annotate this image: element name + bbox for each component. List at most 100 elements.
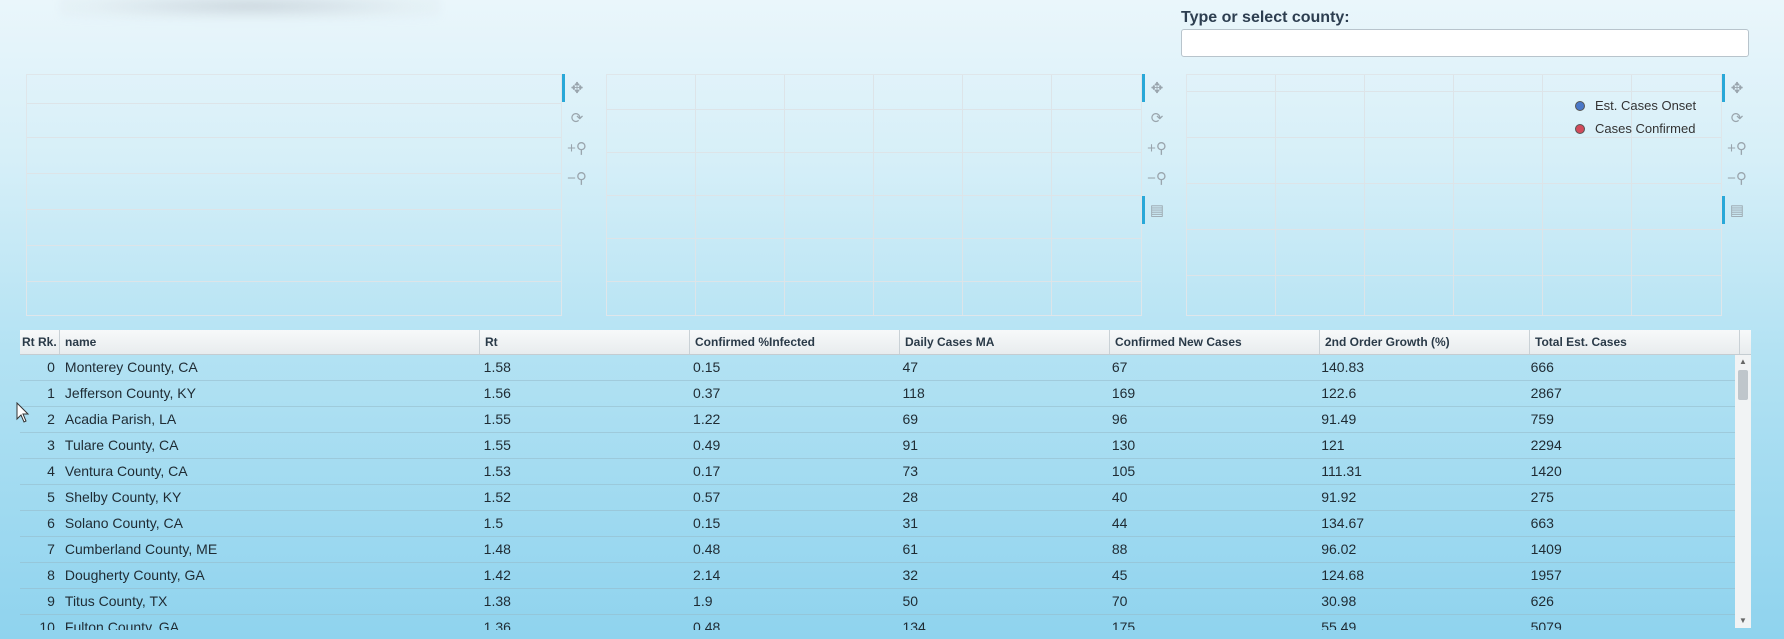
grid-line [607,109,1141,110]
table-row[interactable]: 10 Fulton County, GA 1.36 0.48 134 175 55.49 50… [20,615,1735,630]
table-cell: 61 [902,541,919,557]
column-header[interactable]: Daily Cases MA [900,330,1110,354]
table-cell: 67 [1111,359,1128,375]
column-header[interactable]: Confirmed %Infected [690,330,900,354]
plot-area-rt[interactable] [26,74,562,316]
table-row[interactable]: 0 Monterey County, CA 1.58 0.15 47 67 140.83 66… [20,355,1735,381]
table-row[interactable]: 1 Jefferson County, KY 1.56 0.37 118 169 122.6… [20,381,1735,407]
table-cell: 88 [1111,541,1128,557]
table-row[interactable]: 2 Acadia Parish, LA 1.55 1.22 69 96 91.49 759 [20,407,1735,433]
table-cell: 30.98 [1321,593,1357,609]
table-cell: 8 [47,567,55,583]
table-cell: 0.37 [693,385,721,401]
grid-line [1187,229,1721,230]
table-cell: 1.52 [483,489,511,505]
column-header[interactable]: Rt Rk. [20,330,60,354]
table-cell: 96 [1111,411,1128,427]
table-row[interactable]: 6 Solano County, CA 1.5 0.15 31 44 134.67 663 [20,511,1735,537]
legend-item-onset[interactable]: Est. Cases Onset [1575,94,1696,117]
zoom-in-tool-icon[interactable]: +⚲ [1722,134,1752,162]
table-cell: 275 [1530,489,1554,505]
zoom-out-tool-icon[interactable]: −⚲ [1142,164,1172,192]
plot-legend: Est. Cases Onset Cases Confirmed [1575,94,1696,140]
table-cell: 0 [47,359,55,375]
grid-line [607,152,1141,153]
table-cell: 1.38 [483,593,511,609]
reset-tool-icon[interactable]: ⟳ [562,104,592,132]
table-cell: 663 [1530,515,1554,531]
table-cell: 118 [902,385,925,401]
table-cell: 6 [47,515,55,531]
mouse-cursor-icon [16,402,30,423]
grid-line [962,75,963,315]
table-row[interactable]: 7 Cumberland County, ME 1.48 0.48 61 88 96.02 1… [20,537,1735,563]
table-cell: 130 [1111,437,1136,453]
grid-line [1187,91,1721,92]
table-row[interactable]: 8 Dougherty County, GA 1.42 2.14 32 45 124.68 1… [20,563,1735,589]
reset-tool-icon[interactable]: ⟳ [1722,104,1752,132]
table-cell: 44 [1111,515,1128,531]
zoom-out-tool-icon[interactable]: −⚲ [562,164,592,192]
scroll-up-arrow-icon[interactable]: ▲ [1735,355,1751,369]
grid-line [1275,75,1276,315]
table-cell: 47 [902,359,919,375]
hover-tool-icon[interactable]: ▤ [1722,196,1752,224]
column-header[interactable]: 2nd Order Growth (%) [1320,330,1530,354]
column-header[interactable]: Confirmed New Cases [1110,330,1320,354]
table-cell: 70 [1111,593,1128,609]
table-row[interactable]: 9 Titus County, TX 1.38 1.9 50 70 30.98 626 [20,589,1735,615]
table-cell: 5079 [1530,619,1562,630]
scroll-thumb[interactable] [1738,370,1748,400]
pan-tool-icon[interactable]: ✥ [1142,74,1172,102]
column-header[interactable]: Total Est. Cases [1530,330,1740,354]
grid-line [1542,75,1543,315]
zoom-out-tool-icon[interactable]: −⚲ [1722,164,1752,192]
table-cell: 1.55 [483,437,511,453]
table-cell: 1409 [1530,541,1562,557]
table-cell: 121 [1321,437,1345,453]
pan-tool-icon[interactable]: ✥ [1722,74,1752,102]
county-search-input[interactable] [1181,29,1749,57]
table-cell: 73 [902,463,919,479]
zoom-in-tool-icon[interactable]: +⚲ [1142,134,1172,162]
table-cell: 122.6 [1321,385,1357,401]
table-cell: 91 [902,437,919,453]
pan-tool-icon[interactable]: ✥ [562,74,592,102]
reset-tool-icon[interactable]: ⟳ [1142,104,1172,132]
column-header[interactable]: Rt [480,330,690,354]
table-cell: 1.58 [483,359,511,375]
scroll-down-arrow-icon[interactable]: ▼ [1735,614,1751,628]
table-cell: 3 [47,437,55,453]
table-cell: 1.22 [693,411,721,427]
legend-label-confirmed: Cases Confirmed [1595,121,1696,136]
legend-item-confirmed[interactable]: Cases Confirmed [1575,117,1696,140]
table-cell: Monterey County, CA [64,359,198,375]
plot-area-middle[interactable] [606,74,1142,316]
grid-line [607,238,1141,239]
table-cell: 91.49 [1321,411,1357,427]
table-row[interactable]: 5 Shelby County, KY 1.52 0.57 28 40 91.92 275 [20,485,1735,511]
table-cell: 45 [1111,567,1128,583]
table-cell: 1420 [1530,463,1562,479]
table-row[interactable]: 4 Ventura County, CA 1.53 0.17 73 105 111.31 14… [20,459,1735,485]
table-cell: 28 [902,489,919,505]
table-cell: 1.5 [483,515,504,531]
table-cell: 666 [1530,359,1554,375]
table-cell: 69 [902,411,919,427]
table-cell: 50 [902,593,919,609]
grid-line [27,209,561,210]
table-scrollbar[interactable]: ▲ ▼ [1735,355,1751,628]
table-cell: Jefferson County, KY [64,385,196,401]
table-cell: 1.42 [483,567,511,583]
table-cell: 9 [47,593,55,609]
table-row[interactable]: 3 Tulare County, CA 1.55 0.49 91 130 121 2294 [20,433,1735,459]
table-cell: Ventura County, CA [64,463,188,479]
legend-swatch-onset [1575,100,1585,111]
zoom-in-tool-icon[interactable]: +⚲ [562,134,592,162]
column-header[interactable]: name [60,330,480,354]
hover-tool-icon[interactable]: ▤ [1142,196,1172,224]
table-cell: 0.57 [693,489,721,505]
table-cell: 626 [1530,593,1554,609]
table-cell: 0.48 [693,541,721,557]
county-select-label: Type or select county: [1181,9,1350,26]
